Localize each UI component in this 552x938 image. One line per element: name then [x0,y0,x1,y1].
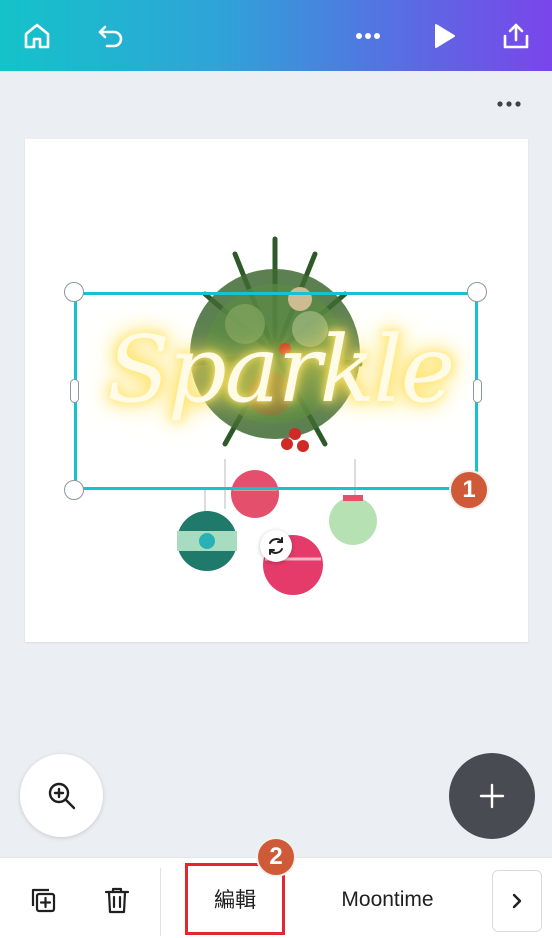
more-horizontal-icon [497,101,521,107]
duplicate-button[interactable] [25,882,61,918]
step-badge-1: 1 [449,470,489,510]
play-icon [435,24,455,48]
share-button[interactable] [494,14,538,58]
home-button[interactable] [15,14,59,58]
toolbar-divider [160,868,161,936]
chevron-right-icon [512,893,522,909]
delete-button[interactable] [99,882,135,918]
page-more-button[interactable] [494,94,524,114]
zoom-button[interactable] [20,754,103,837]
add-element-button[interactable] [449,753,535,839]
resize-handle-right[interactable] [473,379,482,403]
top-toolbar [0,0,552,71]
rotate-button[interactable] [260,530,292,562]
home-icon [24,23,50,49]
more-options-button[interactable] [346,14,390,58]
zoom-in-icon [48,782,75,809]
more-horizontal-icon [356,33,380,39]
font-selector-button[interactable]: Moontime [310,878,465,922]
resize-handle-left[interactable] [70,379,79,403]
resize-handle-top-right[interactable] [467,282,487,302]
rotate-icon [269,537,283,555]
share-icon [503,23,529,49]
resize-handle-top-left[interactable] [64,282,84,302]
trash-icon [104,887,130,914]
toolbar-next-button[interactable] [492,870,542,932]
undo-icon [98,25,123,48]
duplicate-icon [31,888,56,913]
selection-frame[interactable] [74,292,478,490]
plus-icon [479,783,505,809]
step-badge-2: 2 [256,837,296,877]
resize-handle-bottom-left[interactable] [64,480,84,500]
undo-button[interactable] [89,14,133,58]
play-button[interactable] [421,14,465,58]
